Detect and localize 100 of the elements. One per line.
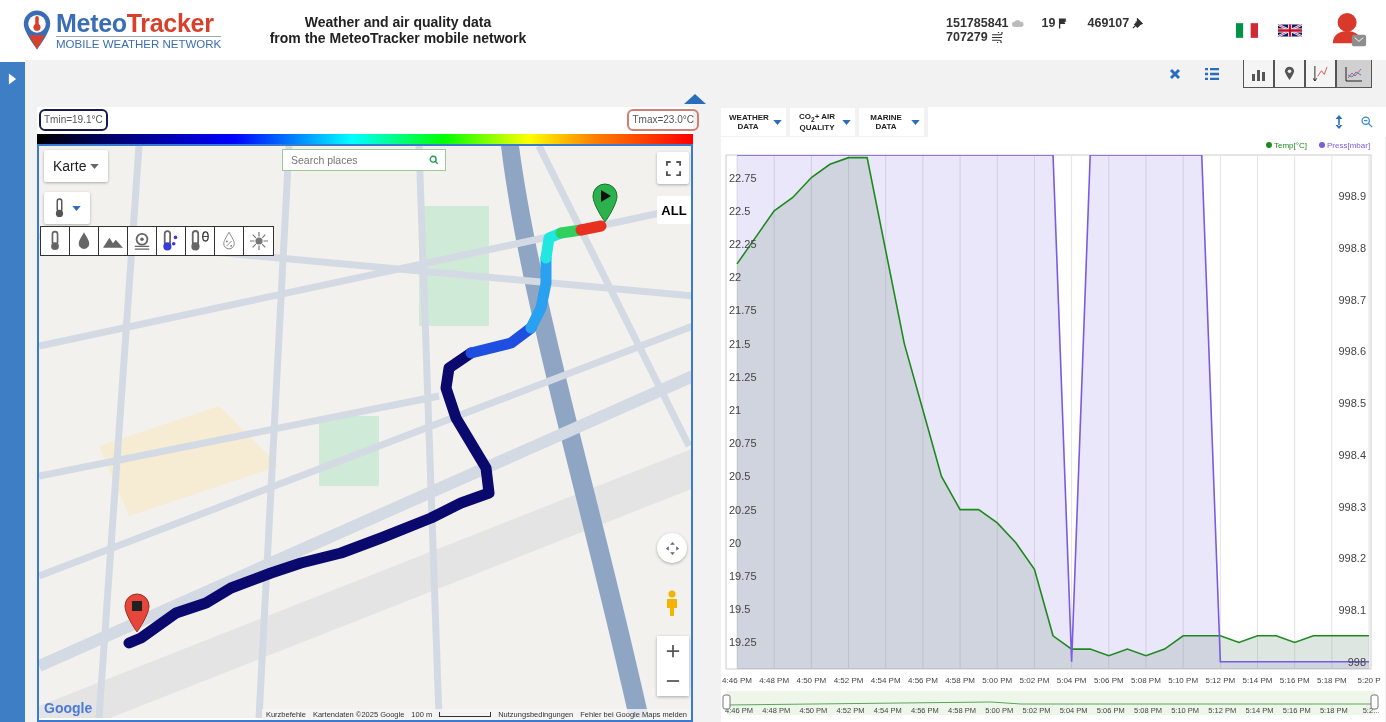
x-axis-label: 5:00 PM [982, 676, 1013, 685]
x-axis-label: 5:06 PM [1093, 676, 1124, 685]
map-pin-icon [1284, 66, 1295, 81]
tmax-label: Tmax=23.0°C [627, 109, 699, 131]
y2-axis-label: 998.8 [1338, 242, 1366, 255]
y-axis-label: 21.75 [729, 304, 757, 317]
thermometer-drops-icon [162, 230, 180, 252]
list-icon[interactable] [1205, 68, 1219, 80]
variable-button[interactable] [41, 227, 70, 255]
x-axis-label: 5:14 PM [1242, 676, 1273, 685]
view-button[interactable] [1243, 60, 1274, 88]
zoom-out-icon[interactable] [1361, 116, 1373, 128]
y-axis-label: 22.5 [729, 204, 751, 217]
close-icon[interactable] [1169, 68, 1181, 80]
caret-icon [842, 119, 851, 125]
y2-axis-label: 998.3 [1338, 500, 1366, 513]
x-axis-label: 5:16 PM [1279, 676, 1310, 685]
navigator-handle[interactable] [1370, 694, 1379, 710]
legend-label: Temp[°C] [1274, 141, 1307, 150]
y2-axis-label: 998.4 [1338, 448, 1366, 461]
wind-icon [990, 31, 1004, 43]
y-axis-label: 20.5 [729, 470, 751, 483]
gauge-icon [133, 232, 151, 250]
google-logo: Google [44, 700, 93, 716]
y-axis-label: 22 [729, 271, 742, 284]
x-axis-label: 4:58 PM [945, 676, 975, 685]
x-axis-label: 5:08 PM [1131, 676, 1161, 685]
y-axis-label: 19.75 [729, 570, 757, 583]
arrows-icon [664, 540, 680, 556]
vertical-resize-icon[interactable] [1335, 115, 1343, 129]
expand-icon[interactable] [8, 72, 17, 86]
user-avatar-icon[interactable] [1330, 11, 1368, 49]
stat-value: 707279 [946, 30, 988, 44]
scale-bar-icon [439, 712, 492, 717]
variable-button[interactable] [128, 227, 157, 255]
search-field[interactable]: Search places [282, 149, 446, 171]
pushpin-icon [1132, 17, 1144, 29]
view-button[interactable] [1336, 60, 1372, 88]
x-axis-label: 5:12 PM [1205, 676, 1236, 685]
map-type-button[interactable]: Karte [44, 150, 109, 182]
profile-chart-icon [1313, 65, 1328, 82]
drop-icon [77, 231, 91, 251]
view-button[interactable] [1274, 60, 1305, 88]
y2-axis-label: 998.7 [1338, 293, 1366, 306]
tmin-label: Tmin=19.1°C [39, 109, 108, 131]
x-axis-label: 5:20 P [1357, 676, 1381, 685]
zoom-out-button[interactable] [657, 666, 689, 696]
stat-value: 469107 [1087, 16, 1130, 30]
data-menu-tab[interactable]: MARINE DATA [859, 108, 924, 136]
line-chart-icon [1345, 65, 1363, 82]
collapse-icon[interactable] [684, 94, 706, 104]
all-button[interactable]: ALL [657, 196, 691, 224]
x-axis-label: 4:48 PM [759, 676, 790, 685]
variable-button[interactable] [157, 227, 186, 255]
data-menu-tab[interactable]: CO$_{2}$+ AIR QUALITY [790, 108, 855, 136]
stat-value: 19 [1041, 16, 1056, 30]
drop-percent-icon [222, 231, 236, 251]
variable-button[interactable] [186, 227, 215, 255]
y-axis-label: 20.75 [729, 437, 757, 450]
variable-dropdown[interactable] [44, 192, 90, 224]
x-axis-label: 4:52 PM [833, 676, 864, 685]
sun-icon [249, 232, 268, 250]
y-axis-label: 20 [729, 536, 742, 549]
tagline: Weather and air quality data from the MeteoTracker mobile network [268, 14, 528, 46]
variable-button[interactable] [215, 227, 244, 255]
y-axis-label: 21.5 [729, 337, 751, 350]
caret-icon [71, 205, 81, 211]
y-axis-label: 19.25 [729, 636, 757, 649]
variable-button[interactable] [99, 227, 128, 255]
x-axis-label: 5:02 PM [1019, 676, 1050, 685]
end-marker-icon [124, 593, 150, 633]
y2-axis-label: 998.1 [1338, 604, 1366, 617]
y2-axis-label: 998.2 [1338, 552, 1366, 565]
zoom-in-button[interactable] [657, 636, 689, 666]
thermometer-icon [49, 230, 61, 252]
legend-item[interactable]: Temp[°C] [1266, 141, 1307, 150]
logo-subtitle: MOBILE WEATHER NETWORK [56, 35, 222, 51]
legend-item[interactable]: Press[mbar] [1319, 141, 1371, 150]
x-axis-label: 4:56 PM [908, 676, 938, 685]
x-axis-label: 4:50 PM [796, 676, 827, 685]
stat-value: 151785841 [946, 16, 1009, 30]
x-axis-label: 4:46 PM [722, 676, 752, 685]
x-axis-label: 5:18 PM [1317, 676, 1347, 685]
fullscreen-button[interactable] [657, 152, 689, 184]
minus-icon [666, 679, 680, 683]
fullscreen-icon [665, 160, 681, 176]
variable-button[interactable] [70, 227, 99, 255]
navigator-handle[interactable] [722, 694, 731, 710]
y-axis-label: 21.25 [729, 370, 757, 383]
uk-flag-icon[interactable] [1278, 22, 1302, 38]
thermometer-icon [53, 198, 65, 218]
search-icon[interactable] [429, 155, 439, 165]
legend-label: Press[mbar] [1327, 141, 1371, 150]
view-button[interactable] [1305, 60, 1336, 88]
caret-icon [911, 119, 920, 125]
plus-icon [666, 644, 680, 658]
y2-axis-label: 998.9 [1338, 190, 1366, 203]
data-menu-tab[interactable]: WEATHER DATA [721, 108, 786, 136]
italian-flag-icon[interactable] [1236, 22, 1258, 38]
x-axis-label: 5:04 PM [1056, 676, 1087, 685]
